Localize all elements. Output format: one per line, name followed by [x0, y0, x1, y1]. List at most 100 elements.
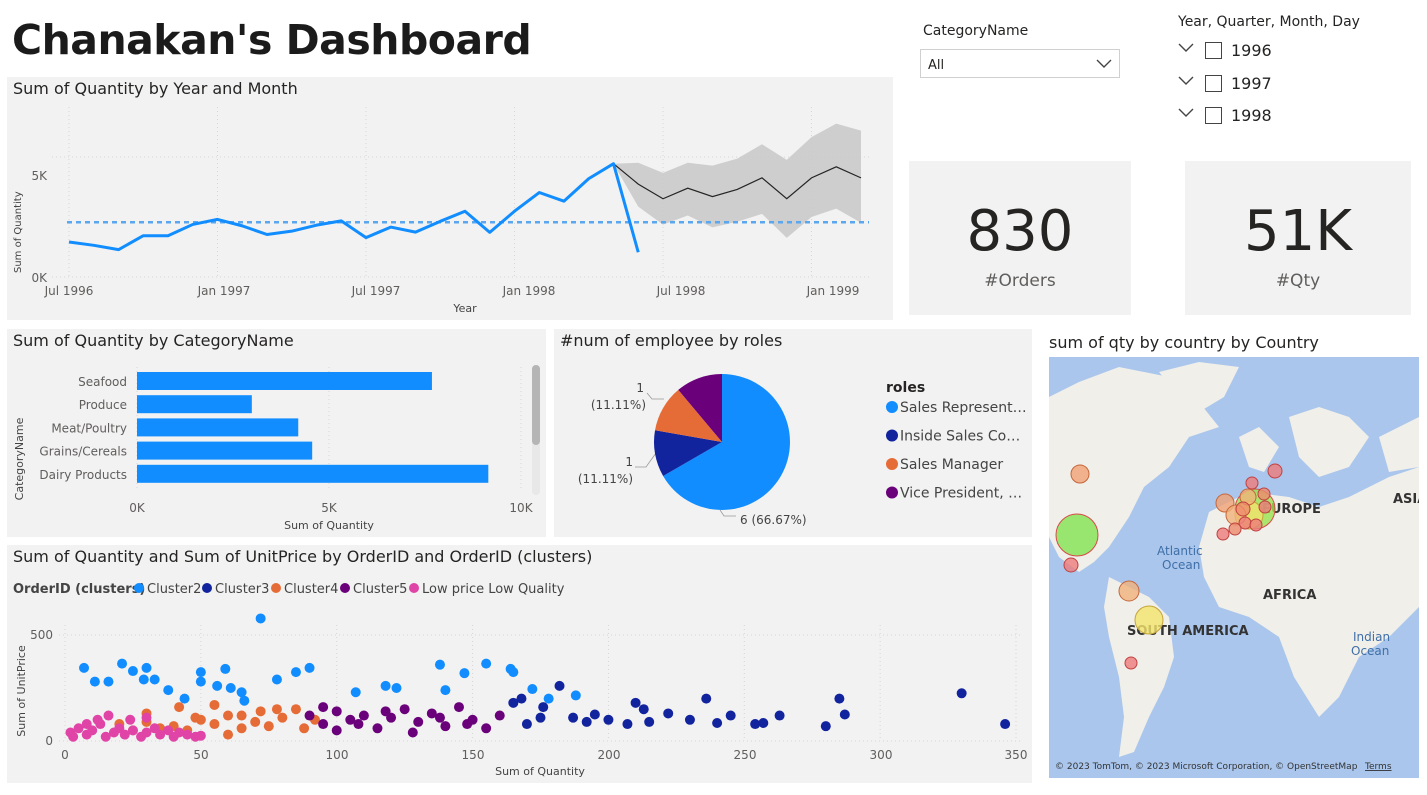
chevron-expand-icon[interactable] [1178, 43, 1194, 53]
scatter-point[interactable] [701, 693, 712, 704]
scatter-legend-label[interactable]: Cluster5 [353, 582, 407, 597]
scatter-point[interactable] [304, 710, 315, 721]
scatter-point[interactable] [638, 704, 649, 715]
scatter-point[interactable] [725, 710, 736, 721]
scatter-point[interactable] [462, 719, 473, 730]
scatter-point[interactable] [223, 710, 234, 721]
scatter-point[interactable] [141, 712, 152, 723]
bar-scrollbar-thumb[interactable] [532, 365, 540, 445]
scatter-point[interactable] [236, 710, 247, 721]
map-bubble[interactable] [1228, 522, 1242, 536]
scatter-point[interactable] [290, 667, 301, 678]
scatter-point[interactable] [538, 702, 549, 713]
scatter-point[interactable] [1000, 719, 1011, 730]
scatter-point[interactable] [391, 683, 402, 693]
scatter-point[interactable] [103, 710, 114, 721]
pie-legend-label[interactable]: Inside Sales Co… [900, 429, 1020, 445]
scatter-point[interactable] [236, 687, 247, 698]
year-row-1998[interactable]: 1998 [1178, 104, 1318, 128]
pie-legend-label[interactable]: Sales Manager [900, 457, 1003, 473]
map-bubble[interactable] [1235, 501, 1251, 517]
scatter-point[interactable] [820, 721, 831, 732]
scatter-point[interactable] [290, 704, 301, 715]
scatter-point[interactable] [117, 658, 128, 669]
scatter-point[interactable] [372, 723, 383, 734]
scatter-point[interactable] [508, 667, 519, 678]
scatter-point[interactable] [570, 690, 581, 701]
scatter-point[interactable] [521, 719, 532, 730]
map-bubble[interactable] [1216, 527, 1230, 541]
map-bubble[interactable] [1134, 605, 1164, 635]
scatter-point[interactable] [350, 687, 361, 698]
scatter-point[interactable] [127, 725, 138, 736]
scatter-point[interactable] [380, 680, 391, 691]
scatter-point[interactable] [481, 723, 492, 734]
scatter-point[interactable] [255, 613, 266, 624]
scatter-legend-label[interactable]: Low price Low Quality [422, 582, 565, 597]
scatter-chart[interactable]: OrderID (clusters) Sum of UnitPrice Sum … [7, 545, 1032, 783]
scatter-point[interactable] [684, 714, 695, 725]
scatter-point[interactable] [236, 723, 247, 734]
scatter-point[interactable] [255, 706, 266, 717]
scatter-legend-label[interactable]: Cluster3 [215, 582, 269, 597]
scatter-point[interactable] [195, 667, 206, 678]
year-checkbox[interactable] [1205, 75, 1222, 92]
scatter-point[interactable] [440, 721, 451, 732]
scatter-point[interactable] [663, 708, 674, 719]
map-bubble[interactable] [1249, 518, 1263, 532]
scatter-point[interactable] [644, 716, 655, 727]
scatter-point[interactable] [79, 662, 90, 673]
scatter-point[interactable] [89, 676, 100, 687]
scatter-point[interactable] [212, 680, 223, 691]
scatter-point[interactable] [622, 719, 633, 730]
category-dropdown[interactable]: All [920, 49, 1120, 78]
scatter-point[interactable] [834, 693, 845, 704]
scatter-point[interactable] [434, 659, 445, 670]
scatter-legend-label[interactable]: Cluster4 [284, 582, 338, 597]
scatter-point[interactable] [92, 714, 103, 725]
scatter-point[interactable] [434, 712, 445, 723]
quantity-line[interactable] [68, 162, 640, 253]
category-bar[interactable] [137, 464, 489, 483]
scatter-point[interactable] [138, 674, 149, 685]
pie-chart-panel[interactable]: #num of employee by roles roles 1 (11.11… [554, 329, 1032, 537]
scatter-point[interactable] [190, 712, 201, 723]
scatter-point[interactable] [141, 662, 152, 673]
scatter-point[interactable] [81, 719, 92, 730]
scatter-point[interactable] [277, 712, 288, 723]
scatter-point[interactable] [125, 714, 136, 725]
map-bubble[interactable] [1245, 476, 1259, 490]
map-bubble[interactable] [1258, 500, 1272, 514]
scatter-point[interactable] [220, 663, 231, 674]
qty-card[interactable]: 51K #Qty [1185, 161, 1411, 315]
scatter-point[interactable] [440, 685, 451, 696]
scatter-point[interactable] [603, 714, 614, 725]
scatter-point[interactable] [543, 693, 554, 704]
category-bar[interactable] [137, 441, 313, 460]
year-checkbox[interactable] [1205, 42, 1222, 59]
scatter-point[interactable] [103, 676, 114, 687]
map-bubble[interactable] [1257, 487, 1271, 501]
orders-card[interactable]: 830 #Orders [909, 161, 1131, 315]
map-terms-link[interactable]: Terms [1364, 762, 1392, 772]
scatter-point[interactable] [318, 702, 329, 713]
scatter-point[interactable] [195, 730, 206, 741]
scatter-point[interactable] [163, 685, 174, 696]
scatter-point[interactable] [179, 693, 190, 704]
scatter-point[interactable] [239, 695, 250, 706]
map-bubble[interactable] [1070, 464, 1090, 484]
scatter-point[interactable] [195, 676, 206, 687]
scatter-point[interactable] [127, 666, 138, 677]
scatter-point[interactable] [413, 716, 424, 727]
scatter-point[interactable] [407, 727, 418, 738]
category-bar[interactable] [137, 395, 252, 414]
scatter-point[interactable] [223, 729, 234, 740]
scatter-point[interactable] [758, 717, 769, 728]
pie-legend-label[interactable]: Sales Represent… [900, 400, 1027, 416]
scatter-point[interactable] [271, 704, 282, 715]
map-bubble[interactable] [1063, 557, 1079, 573]
scatter-point[interactable] [250, 716, 261, 727]
scatter-point[interactable] [353, 719, 364, 730]
scatter-point[interactable] [174, 702, 185, 713]
scatter-point[interactable] [149, 674, 160, 685]
